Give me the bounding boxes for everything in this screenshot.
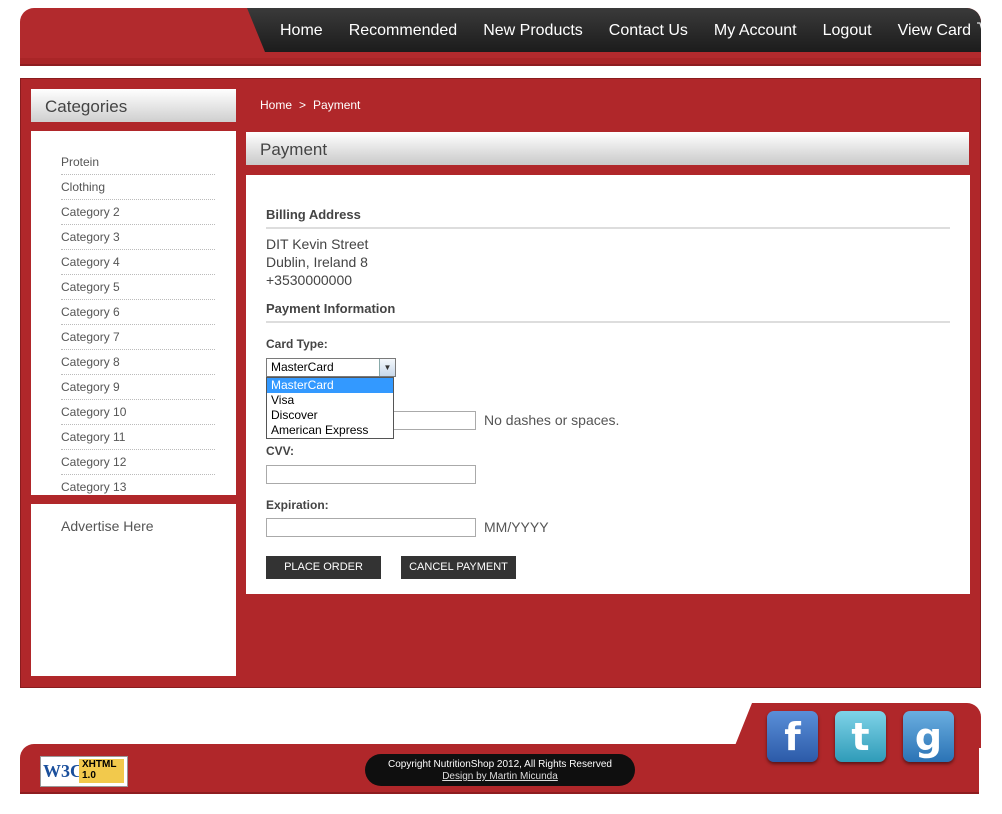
categories-heading: Categories — [31, 89, 236, 122]
main-frame: Categories Protein Clothing Category 2 C… — [20, 78, 981, 688]
site-header: Home Recommended New Products Contact Us… — [20, 8, 981, 66]
address-line: Dublin, Ireland 8 — [266, 254, 368, 270]
header-stripe — [20, 58, 981, 64]
category-item[interactable]: Category 13 — [61, 476, 215, 499]
card-type-value: MasterCard — [271, 360, 334, 374]
card-number-hint: No dashes or spaces. — [484, 412, 620, 428]
xhtml-version: 1.0 — [82, 770, 96, 781]
breadcrumb-current: Payment — [313, 98, 361, 112]
cancel-payment-button[interactable]: CANCEL PAYMENT — [401, 556, 516, 579]
nav-recommended[interactable]: Recommended — [349, 22, 458, 40]
place-order-button[interactable]: PLACE ORDER — [266, 556, 381, 579]
copyright-text: Copyright NutritionShop 2012, All Rights… — [387, 759, 612, 770]
address-line: DIT Kevin Street — [266, 236, 369, 252]
card-type-option[interactable]: Visa — [267, 393, 393, 408]
chevron-down-icon[interactable]: ▼ — [379, 359, 395, 376]
category-item[interactable]: Category 11 — [61, 426, 215, 450]
category-list: Protein Clothing Category 2 Category 3 C… — [61, 151, 215, 500]
xhtml-text: XHTML — [82, 759, 117, 770]
nav-new-products[interactable]: New Products — [483, 22, 583, 40]
xhtml-label: XHTML 1.0 — [79, 759, 124, 783]
expiration-label: Expiration: — [266, 498, 329, 512]
page-title: Payment — [246, 132, 969, 165]
breadcrumb-separator: > — [299, 98, 307, 112]
payment-panel: Billing Address DIT Kevin Street Dublin,… — [246, 175, 970, 594]
category-item[interactable]: Category 10 — [61, 401, 215, 425]
billing-address-heading: Billing Address — [266, 207, 950, 229]
category-item[interactable]: Category 6 — [61, 301, 215, 325]
card-type-label: Card Type: — [266, 337, 328, 351]
copyright-box: Copyright NutritionShop 2012, All Rights… — [365, 754, 635, 786]
main-nav: Home Recommended New Products Contact Us… — [247, 8, 981, 52]
categories-panel: Protein Clothing Category 2 Category 3 C… — [31, 131, 236, 495]
cvv-label: CVV: — [266, 444, 295, 458]
facebook-icon[interactable]: f — [767, 711, 818, 762]
category-item[interactable]: Category 12 — [61, 451, 215, 475]
category-item[interactable]: Protein — [61, 151, 215, 175]
category-item[interactable]: Category 7 — [61, 326, 215, 350]
card-type-dropdown: MasterCard Visa Discover American Expres… — [266, 377, 394, 439]
advertise-text: Advertise Here — [61, 518, 154, 534]
w3c-xhtml-badge[interactable]: W3C XHTML 1.0 — [40, 756, 128, 787]
advertise-panel: Advertise Here — [31, 504, 236, 676]
nav-my-account[interactable]: My Account — [714, 22, 797, 40]
nav-contact-us[interactable]: Contact Us — [609, 22, 688, 40]
expiration-hint: MM/YYYY — [484, 519, 549, 535]
category-item[interactable]: Category 4 — [61, 251, 215, 275]
w3c-text: W3C — [43, 761, 83, 781]
breadcrumb: Home > Payment — [260, 98, 360, 112]
category-item[interactable]: Category 9 — [61, 376, 215, 400]
card-type-option[interactable]: American Express — [267, 423, 393, 438]
card-type-option[interactable]: Discover — [267, 408, 393, 423]
category-item[interactable]: Category 5 — [61, 276, 215, 300]
card-type-select[interactable]: MasterCard ▼ — [266, 358, 396, 377]
nav-view-card[interactable]: View Card — [898, 22, 981, 40]
twitter-icon[interactable]: t — [835, 711, 886, 762]
google-icon[interactable]: g — [903, 711, 954, 762]
cvv-field[interactable] — [266, 465, 476, 484]
nav-logout[interactable]: Logout — [823, 22, 872, 40]
breadcrumb-home[interactable]: Home — [260, 98, 292, 112]
card-type-option[interactable]: MasterCard — [267, 378, 393, 393]
design-credit-link[interactable]: Design by Martin Micunda — [365, 771, 635, 783]
payment-info-heading: Payment Information — [266, 301, 950, 323]
cart-icon — [977, 22, 981, 36]
category-item[interactable]: Category 2 — [61, 201, 215, 225]
address-line: +3530000000 — [266, 272, 353, 288]
expiration-field[interactable] — [266, 518, 476, 537]
category-item[interactable]: Category 3 — [61, 226, 215, 250]
category-item[interactable]: Clothing — [61, 176, 215, 200]
nav-home[interactable]: Home — [280, 22, 323, 40]
billing-address: DIT Kevin Street Dublin, Ireland 8 +3530… — [266, 235, 368, 289]
nav-view-card-label: View Card — [897, 22, 972, 39]
category-item[interactable]: Category 8 — [61, 351, 215, 375]
